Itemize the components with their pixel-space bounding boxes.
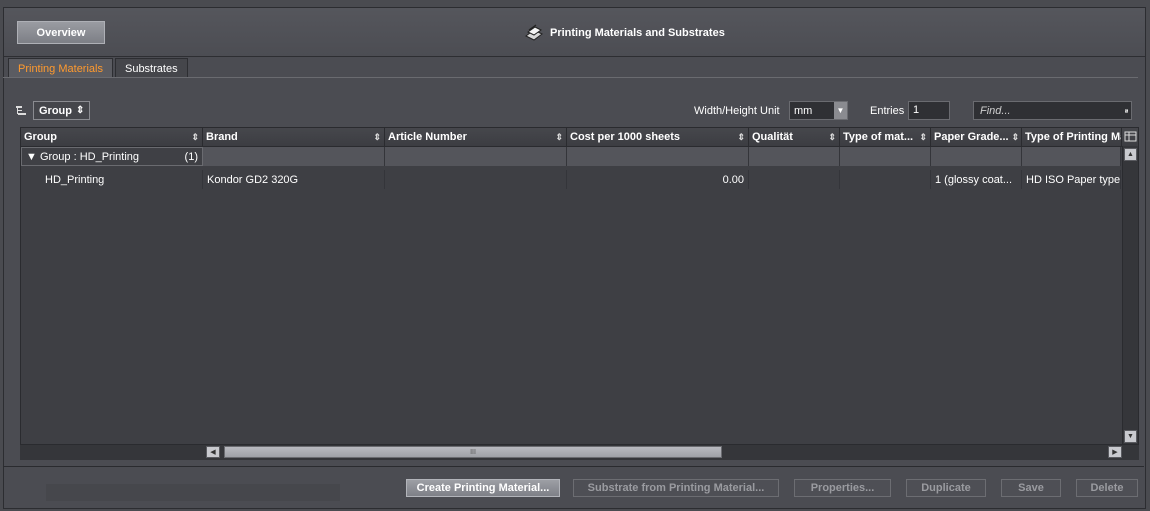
expand-triangle-icon[interactable]: ▼	[26, 151, 37, 163]
group-row-cell	[749, 147, 840, 166]
column-header-brand[interactable]: Brand ⇕	[203, 128, 385, 146]
column-header-type-of-printing[interactable]: Type of Printing Ma	[1022, 128, 1122, 146]
group-row-title: ▼ Group : HD_Printing	[26, 151, 139, 163]
search-icon[interactable]	[1125, 104, 1128, 118]
overview-button[interactable]: Overview	[17, 21, 105, 44]
group-count: (1)	[184, 150, 198, 163]
sort-icon: ⇕	[737, 131, 745, 142]
scroll-left-icon[interactable]: ◀	[206, 446, 220, 458]
sort-icon: ⇕	[373, 131, 381, 142]
tab-substrates[interactable]: Substrates	[114, 58, 188, 78]
cell-type-of-printing: HD ISO Paper type	[1022, 170, 1121, 189]
group-name: Group : HD_Printing	[39, 150, 139, 163]
sort-icon: ⇕	[919, 131, 927, 142]
column-header-group[interactable]: Group ⇕	[21, 128, 203, 146]
column-header-cost[interactable]: Cost per 1000 sheets ⇕	[567, 128, 749, 146]
group-by-label: Group	[39, 104, 72, 117]
group-row[interactable]: ▼ Group : HD_Printing (1)	[21, 147, 1121, 166]
divider	[3, 466, 1144, 467]
group-row-cell	[840, 147, 931, 166]
create-printing-material-button[interactable]: Create Printing Material...	[406, 479, 560, 497]
column-label: Type of Printing Ma	[1025, 131, 1122, 143]
entries-count: 1	[908, 101, 950, 120]
column-header-article-number[interactable]: Article Number ⇕	[385, 128, 567, 146]
group-row-label[interactable]: ▼ Group : HD_Printing (1)	[21, 147, 203, 166]
column-label: Article Number	[388, 131, 467, 143]
scroll-up-icon[interactable]: ▲	[1124, 148, 1137, 161]
group-by-select[interactable]: Group ⇕	[33, 101, 91, 120]
unit-select[interactable]: mm ▼	[789, 101, 848, 120]
duplicate-button[interactable]: Duplicate	[906, 479, 986, 497]
cell-article-number	[385, 170, 567, 189]
column-label: Cost per 1000 sheets	[570, 131, 681, 143]
table-header: Group ⇕ Brand ⇕ Article Number ⇕ Cost per 1…	[21, 128, 1138, 147]
table-row[interactable]: HD_Printing Kondor GD2 320G 0.00 1 (glos…	[21, 170, 1121, 189]
header-bar: Overview Printing Materials and Substrat…	[4, 8, 1145, 57]
materials-table: Group ⇕ Brand ⇕ Article Number ⇕ Cost per 1…	[20, 127, 1139, 460]
column-label: Qualität	[752, 131, 793, 143]
page-title: Printing Materials and Substrates	[524, 24, 725, 42]
group-row-cell	[931, 147, 1022, 166]
chevron-down-icon[interactable]: ▼	[834, 102, 847, 119]
scroll-right-icon[interactable]: ▶	[1108, 446, 1122, 458]
unit-value: mm	[794, 104, 813, 117]
entries-label: Entries	[870, 105, 905, 117]
column-header-paper-grade[interactable]: Paper Grade... ⇕	[931, 128, 1022, 146]
cell-brand: Kondor GD2 320G	[203, 170, 385, 189]
vertical-scrollbar[interactable]: ▲ ▼	[1122, 146, 1138, 459]
cell-cost: 0.00	[567, 170, 749, 189]
page-title-text: Printing Materials and Substrates	[550, 27, 725, 39]
find-field[interactable]	[973, 101, 1132, 120]
tab-bar: Printing Materials Substrates	[8, 58, 188, 78]
find-input[interactable]	[974, 103, 1125, 118]
status-area	[46, 484, 340, 501]
updown-icon: ⇕	[76, 104, 85, 116]
sort-icon: ⇕	[191, 131, 199, 142]
delete-button[interactable]: Delete	[1076, 479, 1138, 497]
column-label: Type of mat...	[843, 131, 914, 143]
group-by-control: Group ⇕	[16, 101, 91, 120]
column-label: Group	[24, 131, 57, 143]
group-row-cell	[1022, 147, 1121, 166]
column-label: Brand	[206, 131, 238, 143]
tree-icon	[16, 105, 26, 115]
scroll-thumb[interactable]: III	[224, 446, 722, 458]
column-chooser-icon[interactable]	[1124, 130, 1137, 143]
properties-button[interactable]: Properties...	[794, 479, 891, 497]
sort-icon: ⇕	[1011, 131, 1020, 142]
save-button[interactable]: Save	[1001, 479, 1061, 497]
printing-materials-icon	[525, 24, 543, 41]
column-header-qualitat[interactable]: Qualität ⇕	[749, 128, 840, 146]
scroll-down-icon[interactable]: ▼	[1124, 430, 1137, 443]
horizontal-scrollbar[interactable]: ◀ III ▶	[20, 444, 1139, 460]
cell-type-of-material	[840, 170, 931, 189]
cell-qualitat	[749, 170, 840, 189]
group-row-cell	[567, 147, 749, 166]
column-header-type-of-material[interactable]: Type of mat... ⇕	[840, 128, 931, 146]
group-row-cell	[203, 147, 385, 166]
group-row-cell	[385, 147, 567, 166]
sort-icon: ⇕	[555, 131, 563, 142]
width-height-unit-label: Width/Height Unit	[694, 105, 780, 117]
sort-icon: ⇕	[828, 131, 836, 142]
tab-printing-materials[interactable]: Printing Materials	[8, 58, 113, 78]
cell-paper-grade: 1 (glossy coat...	[931, 170, 1022, 189]
column-label: Paper Grade...	[934, 131, 1009, 143]
tab-divider	[3, 77, 1138, 78]
substrate-from-printing-material-button[interactable]: Substrate from Printing Material...	[573, 479, 779, 497]
cell-group: HD_Printing	[21, 170, 203, 189]
